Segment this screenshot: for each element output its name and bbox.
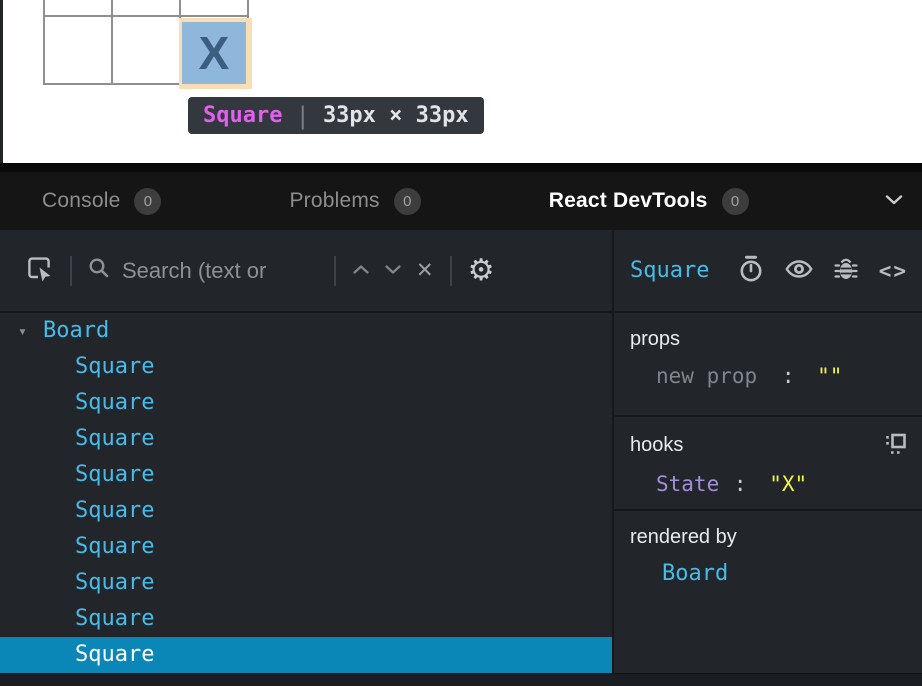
hook-state-row: State : "X"	[630, 472, 908, 496]
clear-icon: ✕	[416, 260, 434, 281]
tree-label-square: Square	[75, 601, 154, 637]
browser-viewport: X Square | 33px × 33px	[0, 0, 922, 163]
search-input[interactable]	[122, 258, 318, 284]
board-mark: X	[199, 30, 230, 76]
tree-label-square: Square	[75, 493, 154, 529]
tree-toolbar: ✕ ⚙	[0, 230, 612, 313]
eye-icon	[785, 260, 813, 281]
debug-component-button[interactable]	[834, 256, 858, 285]
tooltip-dimensions: 33px × 33px	[323, 103, 469, 128]
key-value-separator: :	[782, 364, 795, 388]
tree-row-square[interactable]: Square	[0, 385, 612, 421]
hooks-section-title: hooks	[630, 434, 683, 457]
hook-state-key: State	[656, 472, 719, 496]
app-root: X Square | 33px × 33px Console 0 Problem…	[0, 0, 922, 686]
chevron-down-icon	[384, 263, 402, 278]
tree-row-square-selected[interactable]: Square	[0, 637, 612, 673]
tab-console-badge: 0	[134, 188, 161, 215]
devtools-top-edge	[0, 163, 922, 172]
tree-label-square: Square	[75, 565, 154, 601]
tab-react-devtools-badge: 0	[722, 188, 749, 215]
tree-row-square[interactable]: Square	[0, 601, 612, 637]
stopwatch-icon	[738, 255, 764, 286]
gear-icon: ⚙	[468, 256, 495, 286]
board-cell[interactable]	[181, 0, 247, 15]
selected-component-title: Square	[630, 258, 709, 283]
board-cell[interactable]	[45, 0, 111, 15]
tree-row-square[interactable]: Square	[0, 457, 612, 493]
key-value-separator: :	[734, 472, 747, 496]
props-section-title: props	[630, 328, 680, 351]
hook-state-value[interactable]: "X"	[769, 472, 807, 496]
tree-row-board[interactable]: ▾ Board	[0, 313, 612, 349]
search-previous-button[interactable]	[352, 263, 370, 278]
components-tree-pane: ✕ ⚙ ▾ Board Square Square Square Square …	[0, 230, 614, 686]
tree-label-square: Square	[75, 349, 154, 385]
bug-icon	[834, 256, 858, 285]
settings-button[interactable]: ⚙	[468, 256, 495, 286]
inspect-tooltip: Square | 33px × 33px	[188, 97, 484, 134]
tab-problems-badge: 0	[394, 188, 421, 215]
rendered-by-section: rendered by Board	[614, 511, 922, 686]
tree-label-square: Square	[75, 385, 154, 421]
tree-row-square[interactable]: Square	[0, 529, 612, 565]
tree-label-square: Square	[75, 637, 154, 673]
tree-row-square[interactable]: Square	[0, 421, 612, 457]
hooks-section: hooks State : "X"	[614, 417, 922, 511]
tree-label-board: Board	[43, 313, 109, 349]
parse-hook-names-button[interactable]	[884, 432, 908, 459]
collapse-drawer-button[interactable]	[884, 194, 904, 209]
element-picker-icon	[26, 255, 54, 286]
component-inspector-pane: Square	[614, 230, 922, 686]
react-devtools-panel: ✕ ⚙ ▾ Board Square Square Square Square …	[0, 230, 922, 686]
new-prop-value[interactable]: ""	[817, 364, 842, 388]
chevron-down-icon	[884, 194, 904, 209]
tab-react-devtools[interactable]: React DevTools 0	[549, 188, 749, 215]
component-tree: ▾ Board Square Square Square Square Squa…	[0, 313, 612, 686]
tab-console-label: Console	[42, 189, 120, 213]
tree-label-square: Square	[75, 421, 154, 457]
rendered-by-title: rendered by	[630, 526, 737, 549]
tree-label-square: Square	[75, 457, 154, 493]
inspector-header: Square	[614, 230, 922, 313]
inspect-dom-button[interactable]	[785, 260, 813, 281]
tooltip-divider: |	[295, 102, 309, 130]
new-prop-key-input[interactable]: new prop	[656, 364, 757, 388]
tooltip-component-name: Square	[203, 103, 282, 128]
board-cell[interactable]	[113, 0, 179, 15]
tab-problems-label: Problems	[289, 189, 379, 213]
search-next-button[interactable]	[384, 263, 402, 278]
inspect-highlight-content: X	[182, 22, 246, 84]
toolbar-divider	[70, 256, 72, 286]
code-brackets-icon: <>	[879, 259, 908, 283]
search-clear-button[interactable]: ✕	[416, 260, 434, 281]
toolbar-divider	[334, 256, 336, 286]
horizontal-scrollbar-track[interactable]	[0, 673, 922, 686]
tab-problems[interactable]: Problems 0	[289, 188, 420, 215]
devtools-tabbar: Console 0 Problems 0 React DevTools 0	[0, 172, 922, 230]
tree-row-square[interactable]: Square	[0, 349, 612, 385]
inspect-highlight: X	[179, 18, 252, 89]
tree-row-square[interactable]: Square	[0, 493, 612, 529]
hook-names-icon	[884, 432, 908, 459]
board-cell[interactable]	[113, 17, 179, 83]
rendered-by-owner-link[interactable]: Board	[630, 561, 908, 586]
view-source-button[interactable]: <>	[879, 259, 908, 283]
new-prop-row: new prop : ""	[630, 364, 908, 388]
expander-icon[interactable]: ▾	[18, 313, 34, 349]
props-section: props new prop : ""	[614, 313, 922, 417]
tree-label-square: Square	[75, 529, 154, 565]
tree-row-square[interactable]: Square	[0, 565, 612, 601]
tab-console[interactable]: Console 0	[42, 188, 161, 215]
tab-react-devtools-label: React DevTools	[549, 189, 708, 213]
chevron-up-icon	[352, 263, 370, 278]
inspect-element-button[interactable]	[26, 255, 54, 286]
suspend-toggle-button[interactable]	[738, 255, 764, 286]
toolbar-divider	[450, 256, 452, 286]
search-icon	[88, 257, 110, 284]
board-cell[interactable]	[45, 17, 111, 83]
